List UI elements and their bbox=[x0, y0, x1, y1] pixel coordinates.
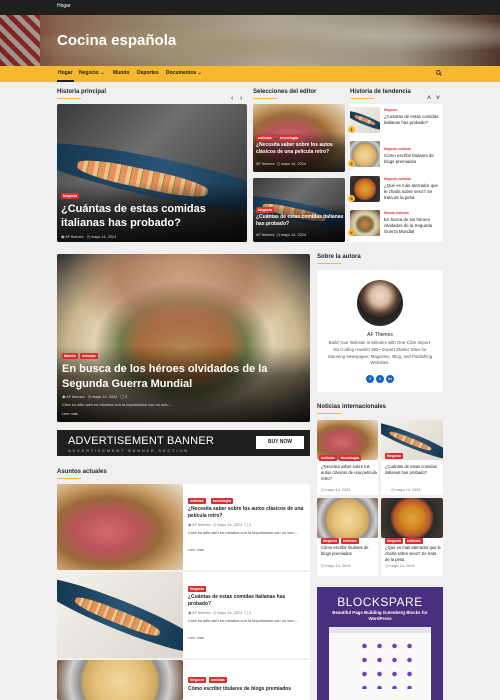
editor-pick-image[interactable]: Negocio ¿Cuántas de estas comidas italia… bbox=[253, 178, 345, 242]
section-title-trending: Historia de tendencia bbox=[350, 89, 411, 95]
buy-now-button[interactable]: BUY NOW bbox=[256, 436, 304, 449]
editor-pick-title[interactable]: ¿Necesita saber sobre los autos clásicos… bbox=[256, 142, 344, 155]
list-item[interactable]: Negocio noticias Cómo escribir titulares… bbox=[317, 498, 378, 576]
nav-item-home[interactable]: Hogar bbox=[58, 70, 72, 76]
clock-icon: ◷ bbox=[87, 395, 92, 399]
list-item[interactable]: Negocio ¿Cuántas de estas comidas italia… bbox=[57, 572, 310, 658]
main-story-meta: ◉ AF themes ◷ mayo 14, 2024 bbox=[61, 235, 117, 239]
nav-item-documents[interactable]: Documentos ⌄ bbox=[166, 70, 202, 76]
main-story-image[interactable]: Negocio ¿Cuántas de estas comidas italia… bbox=[57, 104, 247, 242]
next-arrow-icon[interactable]: › bbox=[240, 95, 242, 102]
blockspare-screenshot bbox=[329, 627, 431, 700]
top-bar: Hogar bbox=[0, 0, 500, 15]
home-link[interactable]: Hogar bbox=[57, 3, 71, 9]
editor-pick-title[interactable]: ¿Cuántas de estas comidas italianas has … bbox=[256, 214, 344, 227]
comment-icon: ▢ bbox=[120, 395, 124, 399]
linkedin-icon[interactable]: in bbox=[386, 375, 394, 383]
nav-item-world[interactable]: Mundo bbox=[113, 70, 129, 76]
site-title[interactable]: Cocina española bbox=[57, 32, 176, 49]
chevron-down-icon[interactable]: ˅ bbox=[436, 95, 440, 102]
section-title-main-story: Historia principal bbox=[57, 89, 107, 95]
clock-icon: ◷ bbox=[86, 235, 91, 239]
editor-pick-image[interactable]: noticias tecnología ¿Necesita saber sobr… bbox=[253, 104, 345, 172]
trending-list: 1 Negocio ¿Cuántas de estas comidas ital… bbox=[348, 104, 443, 242]
avatar bbox=[357, 280, 403, 326]
blockspare-promo[interactable]: BLOCKSPARE Beautiful Page Building Guten… bbox=[317, 587, 443, 700]
twitter-icon[interactable]: t bbox=[376, 375, 384, 383]
chevron-down-icon: ⌄ bbox=[100, 70, 105, 76]
author-widget: AF Themes Build Your Website in Minutes … bbox=[317, 270, 443, 392]
section-title-current-affairs: Asuntos actuales bbox=[57, 469, 107, 475]
read-more-link[interactable]: Leer más bbox=[62, 412, 78, 416]
main-nav: Hogar Negocio ⌄ Mundo Deportes Documento… bbox=[0, 66, 500, 82]
list-item[interactable]: noticias tecnología ¿Necesita saber sobr… bbox=[317, 420, 378, 495]
nav-item-sports[interactable]: Deportes bbox=[137, 70, 159, 76]
section-title-editor-picks: Selecciones del editor bbox=[253, 89, 317, 95]
list-item[interactable]: Negocio ¿Cuántas de estas comidas italia… bbox=[381, 420, 443, 495]
section-title-about-author: Sobre la autora bbox=[317, 254, 361, 260]
user-icon: ◉ bbox=[61, 235, 65, 239]
main-story-category[interactable]: Negocio bbox=[61, 193, 80, 199]
list-item[interactable]: noticias tecnología ¿Necesita saber sobr… bbox=[57, 484, 310, 570]
main-story-title[interactable]: ¿Cuántas de estas comidas italianas has … bbox=[61, 202, 244, 230]
facebook-icon[interactable]: f bbox=[366, 375, 374, 383]
section-title-international: Noticias internacionales bbox=[317, 404, 387, 410]
chevron-up-icon[interactable]: ˄ bbox=[427, 95, 431, 102]
list-item[interactable]: Negocio noticias Cómo escribir titulares… bbox=[57, 660, 310, 700]
nav-item-business[interactable]: Negocio ⌄ bbox=[79, 70, 104, 76]
feature-title[interactable]: En busca de los héroes olvidados de la S… bbox=[62, 362, 307, 392]
author-bio: Build Your Website in Minutes with One-C… bbox=[327, 340, 433, 366]
search-icon[interactable] bbox=[436, 70, 442, 76]
site-header: Cocina española bbox=[0, 15, 500, 66]
advertisement-banner[interactable]: ADVERTISEMENT BANNER ADVERTISEMENT BANNE… bbox=[57, 430, 310, 456]
chevron-down-icon: ⌄ bbox=[197, 70, 202, 76]
list-item[interactable]: Negocio noticias ¿Qué es más aterrador q… bbox=[381, 498, 443, 576]
prev-arrow-icon[interactable]: ‹ bbox=[231, 95, 233, 102]
feature-story[interactable]: Mundo noticias En busca de los héroes ol… bbox=[57, 254, 310, 422]
user-icon: ◉ bbox=[62, 395, 66, 399]
author-name[interactable]: AF Themes bbox=[317, 332, 443, 338]
